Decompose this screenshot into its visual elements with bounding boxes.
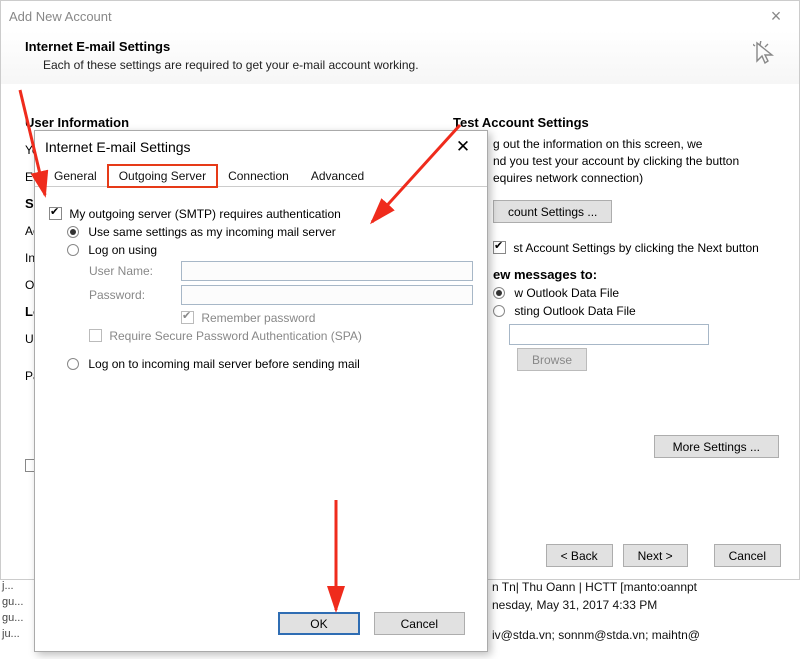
radio-icon[interactable] bbox=[67, 244, 79, 256]
more-settings-button[interactable]: More Settings ... bbox=[654, 435, 779, 458]
tab-connection[interactable]: Connection bbox=[217, 165, 300, 186]
use-same-label: Use same settings as my incoming mail se… bbox=[88, 225, 335, 239]
require-spa-label: Require Secure Password Authentication (… bbox=[109, 329, 362, 343]
section-user-info: User Information bbox=[25, 115, 455, 130]
cancel-button[interactable]: Cancel bbox=[714, 544, 781, 567]
close-icon[interactable]: ✕ bbox=[449, 137, 477, 157]
log-on-using-label: Log on using bbox=[88, 243, 157, 257]
cancel-button[interactable]: Cancel bbox=[374, 612, 465, 635]
right-column: Test Account Settings g out the informat… bbox=[453, 115, 783, 458]
section-test-account: Test Account Settings bbox=[453, 115, 783, 130]
section-deliver: ew messages to: bbox=[493, 267, 783, 282]
radio-icon[interactable] bbox=[493, 287, 505, 299]
bg-fragment: nesday, May 31, 2017 4:33 PM bbox=[492, 598, 657, 612]
dialog-titlebar: Internet E-mail Settings ✕ bbox=[35, 131, 487, 163]
test-desc-line: g out the information on this screen, we bbox=[453, 136, 783, 153]
test-account-button[interactable]: count Settings ... bbox=[493, 200, 612, 223]
close-icon[interactable]: × bbox=[761, 6, 791, 27]
tab-general[interactable]: General bbox=[43, 165, 108, 186]
dialog-body: My outgoing server (SMTP) requires authe… bbox=[35, 187, 487, 371]
radio-icon[interactable] bbox=[67, 226, 79, 238]
bg-fragment: n Tn| Thu Oann | HCTT [manto:oannpt bbox=[492, 580, 697, 594]
existing-pst-label: sting Outlook Data File bbox=[514, 304, 635, 318]
tab-advanced[interactable]: Advanced bbox=[300, 165, 375, 186]
dialog-title: Internet E-mail Settings bbox=[45, 139, 191, 155]
remember-password-label: Remember password bbox=[201, 311, 315, 325]
cursor-icon bbox=[753, 41, 781, 69]
wizard-buttons: < Back Next > Cancel bbox=[546, 544, 781, 567]
window-title: Add New Account bbox=[9, 9, 112, 24]
auto-test-label: st Account Settings by clicking the Next… bbox=[513, 241, 758, 255]
tab-outgoing-server[interactable]: Outgoing Server bbox=[108, 165, 217, 187]
new-pst-label: w Outlook Data File bbox=[514, 286, 619, 300]
user-name-label: User Name: bbox=[89, 264, 181, 278]
test-desc-line: equires network connection) bbox=[453, 170, 783, 187]
header-description: Each of these settings are required to g… bbox=[25, 54, 783, 72]
title-bar: Add New Account × bbox=[1, 1, 799, 31]
back-button[interactable]: < Back bbox=[546, 544, 613, 567]
dialog-buttons: OK Cancel bbox=[278, 612, 465, 635]
checkbox-icon bbox=[89, 329, 102, 342]
password-input bbox=[181, 285, 473, 305]
email-settings-dialog: Internet E-mail Settings ✕ General Outgo… bbox=[34, 130, 488, 652]
checkbox-icon[interactable] bbox=[493, 241, 506, 254]
logon-before-send-label: Log on to incoming mail server before se… bbox=[88, 357, 359, 371]
ok-button[interactable]: OK bbox=[278, 612, 359, 635]
user-name-input bbox=[181, 261, 473, 281]
bg-fragment: iv@stda.vn; sonnm@stda.vn; maihtn@ bbox=[492, 628, 700, 642]
radio-icon[interactable] bbox=[493, 305, 505, 317]
header-banner: Internet E-mail Settings Each of these s… bbox=[1, 31, 799, 84]
header-title: Internet E-mail Settings bbox=[25, 39, 783, 54]
browse-button[interactable]: Browse bbox=[517, 348, 587, 371]
next-button[interactable]: Next > bbox=[623, 544, 688, 567]
requires-auth-label: My outgoing server (SMTP) requires authe… bbox=[69, 207, 340, 221]
password-label: Password: bbox=[89, 288, 181, 302]
radio-icon[interactable] bbox=[67, 358, 79, 370]
test-desc-line: nd you test your account by clicking the… bbox=[453, 153, 783, 170]
checkbox-icon bbox=[181, 311, 194, 324]
tab-bar: General Outgoing Server Connection Advan… bbox=[35, 163, 487, 187]
pst-path-input[interactable] bbox=[509, 324, 709, 345]
checkbox-icon[interactable] bbox=[49, 207, 62, 220]
